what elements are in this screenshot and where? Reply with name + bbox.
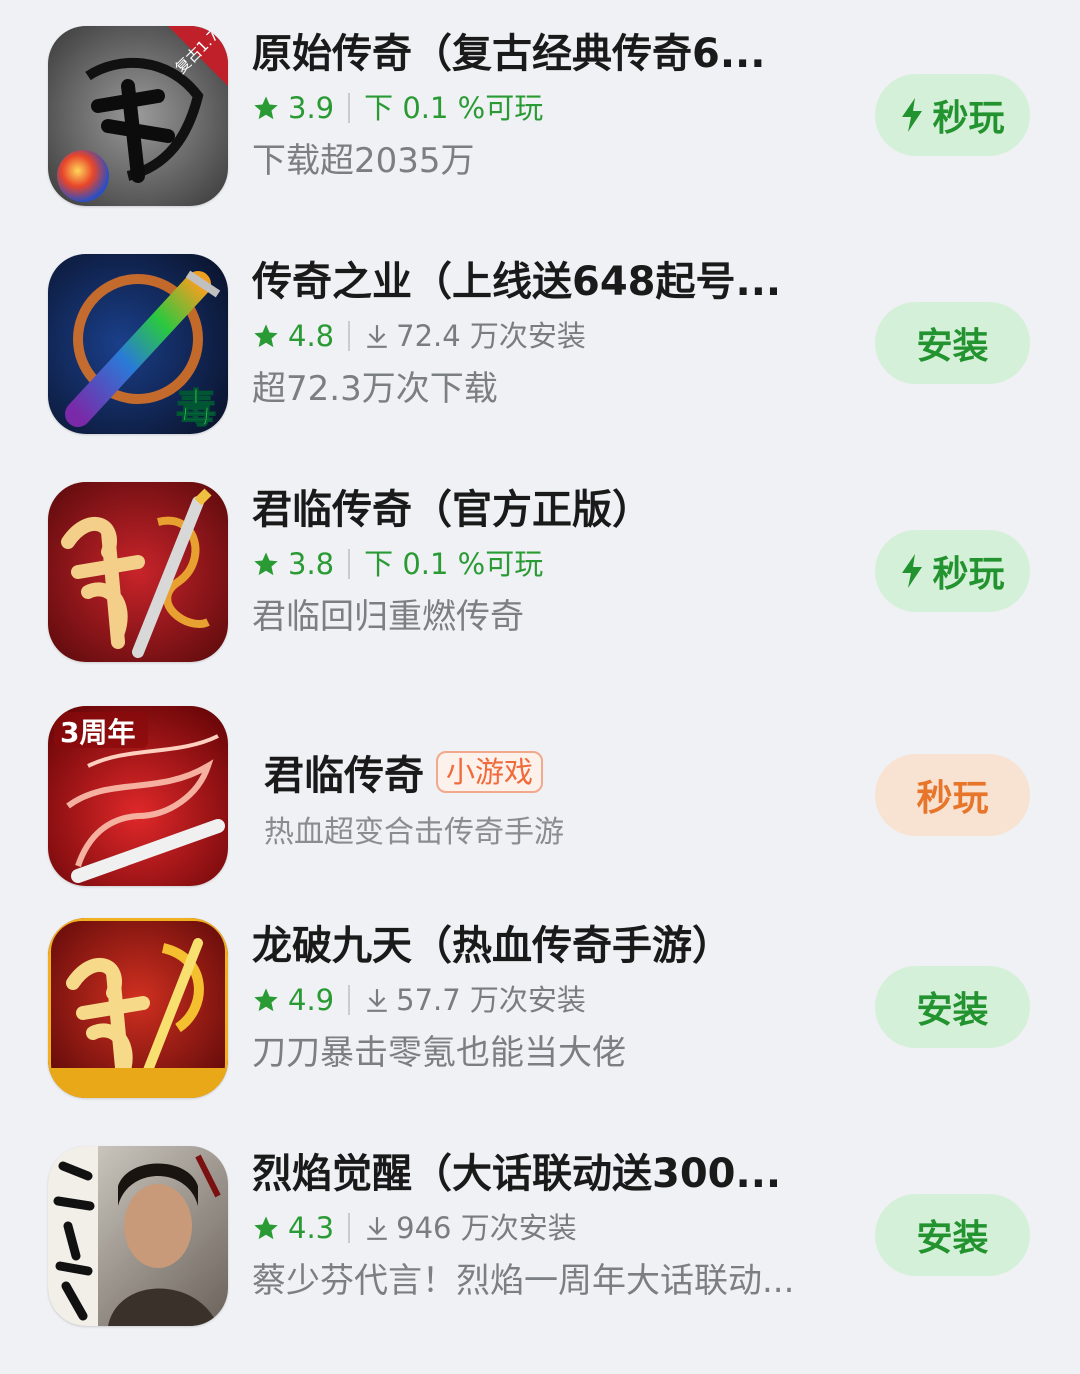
app-meta: 3.9 下 0.1 %可玩 [252,88,842,128]
app-description: 刀刀暴击零氪也能当大佬 [252,1033,626,1073]
rating-value: 3.9 [288,91,335,125]
button-label: 安装 [916,325,989,366]
install-button[interactable]: 安装 [875,966,1030,1048]
app-icon[interactable] [48,918,228,1098]
app-description: 君临回归重燃传奇 [252,597,524,637]
app-title[interactable]: 烈焰觉醒（大话联动送300... [252,1146,842,1202]
app-description: 热血超变合击传奇手游 [264,815,564,850]
mini-game-row[interactable]: 3周年 君临传奇 小游戏 热血超变合击传奇手游 秒玩 [0,706,1080,934]
divider [348,1213,351,1243]
app-icon[interactable] [48,482,228,662]
install-count: 57.7 万次安装 [364,980,586,1020]
app-list: 复古1.76 原始传奇（复古经典传奇6... 3.9 下 0.1 %可玩 下载超… [0,0,1080,1360]
app-meta: 4.3 946 万次安装 [252,1208,842,1248]
install-count-text: 72.4 万次安装 [396,319,586,353]
app-icon[interactable] [48,1146,228,1326]
play-hint: 下 0.1 %可玩 [364,91,544,125]
rating-value: 4.8 [288,319,335,353]
divider [348,985,351,1015]
app-row[interactable]: 烈焰觉醒（大话联动送300... 4.3 946 万次安装 蔡少芬代言！烈焰一周… [0,1146,1080,1374]
install-button[interactable]: 安装 [875,302,1030,384]
game-icon-red-dragon-anniversary: 3周年 [48,706,228,886]
download-icon [367,1217,387,1240]
app-row[interactable]: 君临传奇（官方正版） 3.8 下 0.1 %可玩 君临回归重燃传奇 秒玩 [0,482,1080,710]
star-icon [254,552,278,576]
app-row[interactable]: 毒 传奇之业（上线送648起号... 4.8 72.4 万次安装 超72.3万次… [0,254,1080,482]
game-icon-gold-dragon [48,918,228,1098]
app-description: 蔡少芬代言！烈焰一周年大话联动... [252,1261,795,1301]
rating-value: 4.3 [288,1211,335,1245]
install-count-text: 946 万次安装 [396,1211,577,1245]
icon-char: 毒 [176,386,216,432]
app-row[interactable]: 龙破九天（热血传奇手游） 4.9 57.7 万次安装 刀刀暴击零氪也能当大佬 安… [0,918,1080,1146]
play-hint: 下 0.1 %可玩 [364,547,544,581]
app-row[interactable]: 复古1.76 原始传奇（复古经典传奇6... 3.9 下 0.1 %可玩 下载超… [0,26,1080,254]
button-label: 秒玩 [916,777,989,818]
star-icon [254,1216,278,1240]
app-title[interactable]: 龙破九天（热血传奇手游） [252,918,842,974]
download-icon [367,989,387,1012]
install-count: 946 万次安装 [364,1208,577,1248]
install-count-text: 57.7 万次安装 [396,983,586,1017]
app-description: 下载超2035万 [252,141,475,181]
app-title[interactable]: 传奇之业（上线送648起号... [252,254,842,310]
star-icon [254,324,278,348]
mini-game-tag: 小游戏 [436,751,544,793]
game-icon-sword-rainbow: 毒 [48,254,228,434]
app-icon[interactable]: 复古1.76 [48,26,228,206]
quick-play-button[interactable]: 秒玩 [875,74,1030,156]
rating-value: 4.9 [288,983,335,1017]
icon-badge-text: 3周年 [60,716,135,749]
game-icon-warrior-portrait [48,1146,228,1326]
game-icon-dragon-dark: 复古1.76 [48,26,228,206]
divider [348,549,351,579]
app-description: 超72.3万次下载 [252,369,498,409]
bolt-icon [902,554,923,588]
rating-value: 3.8 [288,547,335,581]
app-title[interactable]: 君临传奇 [264,743,424,801]
game-icon-dragon-red [48,482,228,662]
app-meta: 4.9 57.7 万次安装 [252,980,842,1020]
bolt-icon [902,98,923,132]
app-icon[interactable]: 毒 [48,254,228,434]
install-count: 72.4 万次安装 [364,316,586,356]
button-label: 安装 [916,1217,989,1258]
app-title[interactable]: 君临传奇（官方正版） [252,482,842,538]
button-label: 秒玩 [932,97,1005,138]
divider [348,93,351,123]
star-icon [254,96,278,120]
download-icon [367,325,387,348]
quick-play-button[interactable]: 秒玩 [875,754,1030,836]
install-button[interactable]: 安装 [875,1194,1030,1276]
app-meta: 3.8 下 0.1 %可玩 [252,544,842,584]
divider [348,321,351,351]
app-meta: 4.8 72.4 万次安装 [252,316,842,356]
star-icon [254,988,278,1012]
app-icon[interactable]: 3周年 [48,706,228,886]
button-label: 安装 [916,989,989,1030]
app-title[interactable]: 原始传奇（复古经典传奇6... [252,26,842,82]
quick-play-button[interactable]: 秒玩 [875,530,1030,612]
button-label: 秒玩 [932,553,1005,594]
